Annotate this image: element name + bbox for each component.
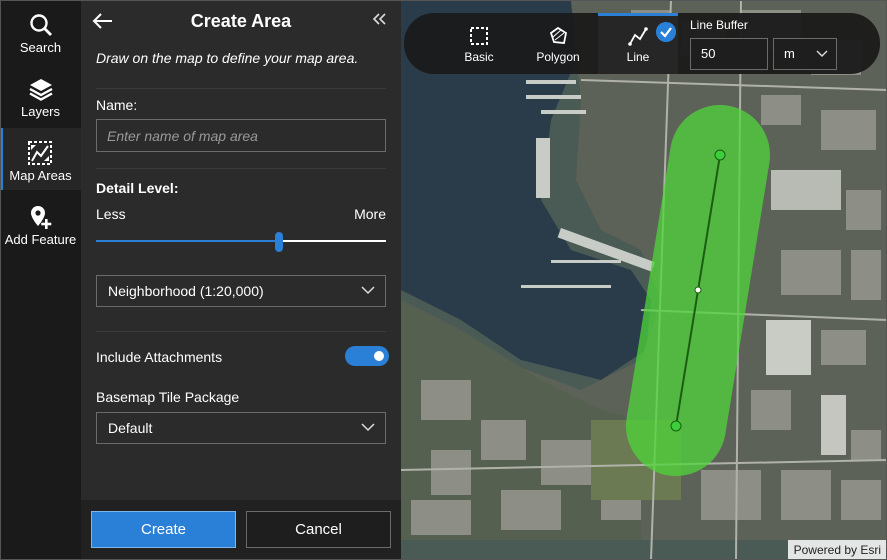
line-buffer-label: Line Buffer: [690, 18, 748, 32]
panel-footer: Create Cancel: [81, 500, 401, 560]
panel-header: Create Area: [81, 0, 401, 44]
cancel-button[interactable]: Cancel: [246, 511, 391, 548]
tool-polygon[interactable]: Polygon: [518, 13, 598, 74]
name-label: Name:: [96, 97, 138, 113]
include-attachments-toggle[interactable]: [345, 346, 389, 366]
nav-item-label: Search: [19, 40, 62, 55]
detail-more-label: More: [354, 206, 386, 222]
basemap-select[interactable]: Default: [96, 412, 386, 444]
detail-level-value: Neighborhood (1:20,000): [108, 283, 264, 299]
line-icon: [628, 27, 648, 46]
divider: [96, 88, 386, 89]
layers-icon: [28, 79, 53, 101]
chevron-down-icon: [361, 286, 375, 295]
tool-basic[interactable]: Basic: [439, 13, 519, 74]
nav-item-label: Add Feature: [4, 232, 77, 247]
collapse-panel-icon[interactable]: [371, 10, 387, 28]
add-feature-icon: [30, 206, 51, 229]
panel-title: Create Area: [190, 11, 292, 31]
slider-thumb[interactable]: [274, 232, 283, 252]
basemap-label: Basemap Tile Package: [96, 389, 240, 405]
map-area-name-input[interactable]: [96, 119, 386, 152]
create-area-panel: Create Area Draw on the map to define yo…: [81, 0, 401, 560]
nav-item-add-feature[interactable]: Add Feature: [0, 192, 81, 254]
search-icon: [29, 14, 52, 36]
map-areas-icon: [28, 141, 52, 165]
chevron-down-icon: [361, 423, 375, 432]
polygon-icon: [549, 26, 568, 44]
tool-label: Basic: [464, 50, 494, 64]
sketch-toolbar: Basic Polygon Line Line Buffer 50 m: [404, 13, 880, 74]
check-icon: [656, 22, 676, 42]
toggle-knob: [374, 351, 384, 361]
nav-item-layers[interactable]: Layers: [0, 64, 81, 126]
chevron-down-icon: [816, 50, 828, 57]
nav-item-label: Map Areas: [9, 168, 72, 183]
detail-level-select[interactable]: Neighborhood (1:20,000): [96, 275, 386, 307]
satellite-basemap: [401, 0, 887, 560]
tool-line[interactable]: Line: [598, 13, 678, 74]
detail-level-label: Detail Level:: [96, 180, 179, 196]
detail-level-slider[interactable]: [96, 232, 386, 252]
nav-item-label: Layers: [20, 104, 61, 119]
create-button[interactable]: Create: [91, 511, 236, 548]
buffer-unit-value: m: [784, 46, 795, 61]
tool-label: Polygon: [536, 50, 580, 64]
buffer-unit-select[interactable]: m: [773, 38, 837, 70]
divider: [96, 168, 386, 169]
map-view[interactable]: Powered by Esri: [401, 0, 887, 560]
include-attachments-label: Include Attachments: [96, 349, 223, 365]
tool-label: Line: [626, 50, 650, 64]
nav-item-map-areas[interactable]: Map Areas: [0, 128, 81, 190]
rectangle-select-icon: [470, 27, 488, 45]
esri-attribution: Powered by Esri: [787, 540, 887, 560]
instructions-text: Draw on the map to define your map area.: [96, 50, 359, 66]
basemap-value: Default: [108, 420, 153, 436]
nav-rail: Search Layers Map Areas Add Feature: [0, 0, 81, 560]
divider: [96, 331, 386, 332]
line-buffer-input[interactable]: 50: [690, 38, 768, 70]
slider-fill: [96, 240, 279, 242]
nav-item-search[interactable]: Search: [0, 0, 81, 62]
detail-less-label: Less: [96, 206, 126, 222]
